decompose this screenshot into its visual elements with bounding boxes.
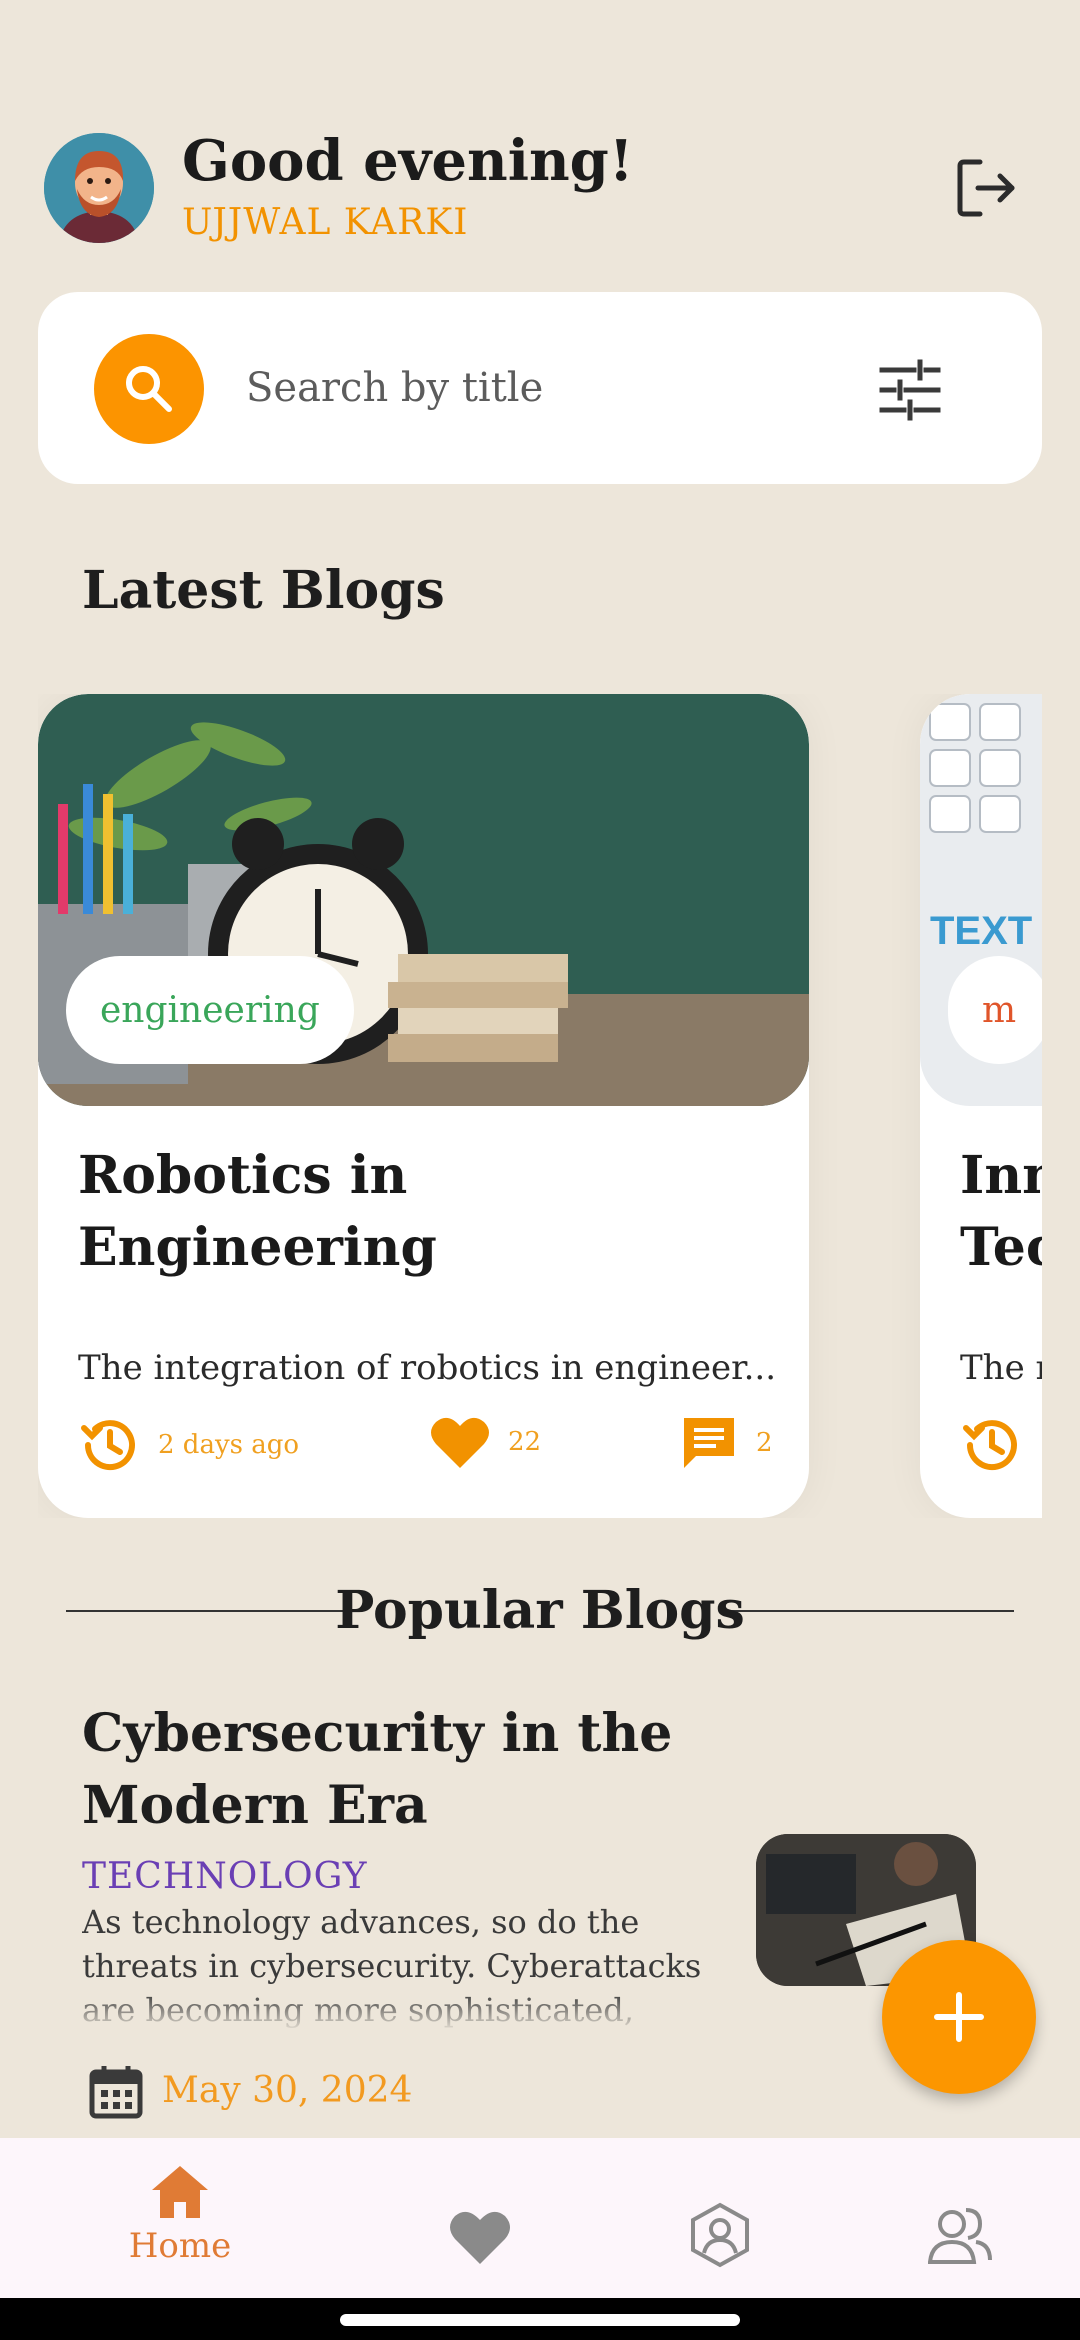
home-icon [152,2166,208,2218]
category-badge[interactable]: m [948,956,1042,1064]
heart-icon[interactable] [430,1414,490,1470]
section-title-popular: Popular Blogs [335,1580,745,1641]
greeting-text: Good evening! [182,128,634,194]
history-icon [963,1420,1017,1471]
likes[interactable]: 22 [430,1414,541,1470]
likes-count: 22 [508,1427,542,1457]
popular-blog-category: TECHNOLOGY [82,1856,368,1897]
comments-count: 2 [756,1428,773,1458]
search-icon [126,366,172,412]
users-icon [928,2208,992,2264]
profile-icon [691,2202,749,2268]
popular-blog-date: May 30, 2024 [162,2070,413,2111]
plus-icon [934,1992,984,2042]
time-ago-text: 5 [1040,1430,1042,1460]
latest-blogs-carousel[interactable]: engineering Robotics in Engineering The … [38,694,1042,1518]
post-time: 2 days ago [78,1414,299,1476]
svg-text:TEXT: TEXT [930,909,1032,953]
popular-blog-title[interactable]: Cybersecurity in the Modern Era [82,1698,722,1842]
post-time: 5 [960,1414,1042,1476]
search-input[interactable] [246,356,846,420]
add-blog-button[interactable] [882,1940,1036,2094]
filter-icon[interactable] [876,356,944,424]
blog-card-image: engineering [38,694,809,1106]
blog-card-excerpt: The m [960,1348,1042,1388]
blog-card-title[interactable]: Robotics in Engineering [78,1140,778,1284]
avatar[interactable] [44,133,154,243]
blog-card-image: TEXT m [920,694,1042,1106]
category-badge[interactable]: engineering [66,956,354,1064]
comment-icon[interactable] [680,1414,738,1472]
search-button[interactable] [94,334,204,444]
calendar-icon [88,2064,144,2120]
blog-card[interactable]: engineering Robotics in Engineering The … [38,694,809,1518]
home-indicator[interactable] [340,2314,740,2326]
heart-icon [450,2211,510,2264]
blog-card[interactable]: TEXT m Inn Tec The m 5 [920,694,1042,1518]
section-title-latest: Latest Blogs [82,560,445,621]
logout-icon[interactable] [950,152,1022,224]
time-ago-text: 2 days ago [158,1430,300,1460]
nav-label-home: Home [128,2226,232,2266]
blog-card-excerpt: The integration of robotics in engineer.… [78,1348,777,1388]
blog-card-title[interactable]: Inn Tec [960,1140,1042,1284]
username-text: UJJWAL KARKI [182,202,469,243]
comments[interactable]: 2 [680,1414,773,1472]
popular-blog-excerpt: As technology advances, so do the threat… [82,1903,702,2029]
history-icon [81,1420,135,1471]
